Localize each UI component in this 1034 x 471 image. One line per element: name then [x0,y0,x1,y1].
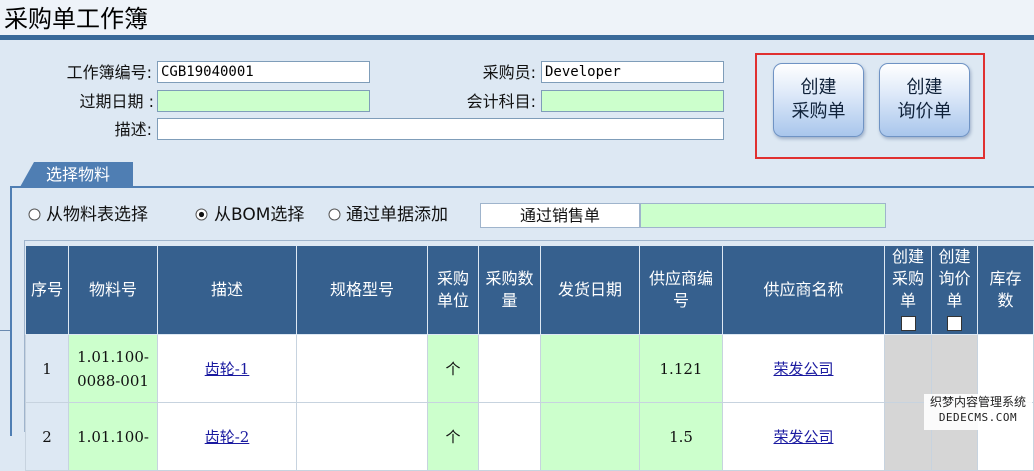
create-rfq-line2: 询价单 [897,101,952,122]
row-spec [296,402,428,471]
row-stock [977,334,1034,403]
col-header-stock-line1: 库存 [989,269,1022,288]
row-ship-date[interactable] [540,334,640,403]
col-header-stock: 库存 数 [977,245,1034,335]
col-header-create-po-line2: 采购 [891,269,924,288]
description-label: 描述: [114,120,152,139]
col-header-vendor-no-line2: 号 [672,291,689,310]
col-header-description: 描述 [157,245,297,335]
row-seq: 1 [25,334,69,403]
radio-from-document[interactable] [328,208,341,221]
page-title: 采购单工作簿 [4,5,148,33]
create-rfq-button[interactable]: 创建 询价单 [879,63,970,137]
radio-label-material-list: 从物料表选择 [46,205,148,225]
row-unit: 个 [427,334,479,403]
material-grid: 序号 物料号 描述 规格型号 采购 单位 采购数 量 发货日期 供应商编 号 供… [25,245,1034,471]
workbook-no-field[interactable]: CGB19040001 [157,61,370,83]
create-po-line1: 创建 [800,77,837,98]
expiry-date-field[interactable] [157,90,370,112]
col-header-create-po-line3: 单 [899,291,916,310]
watermark-line2: DEDECMS.COM [938,411,1018,424]
row-spec [296,334,428,403]
title-divider [0,35,1034,40]
document-number-field[interactable] [640,203,886,228]
row-create-po-cell[interactable] [884,334,932,403]
col-header-stock-line2: 数 [997,291,1014,310]
radio-label-document: 通过单据添加 [346,205,448,225]
col-header-unit-line1: 采购 [436,269,469,288]
col-header-qty: 采购数 量 [478,245,541,335]
col-header-create-po: 创建 采购 单 [884,245,932,335]
workbook-no-label: 工作簿编号: [66,63,152,82]
select-all-create-po-checkbox[interactable] [900,316,916,331]
panel-marker [0,330,10,331]
col-header-vendor-no-line1: 供应商编 [648,269,713,288]
row-seq: 2 [25,402,69,471]
row-vendor-no: 1.121 [639,334,723,403]
document-type-select[interactable]: 通过销售单 [480,203,640,228]
row-qty[interactable] [478,334,541,403]
col-header-seq: 序号 [25,245,69,335]
col-header-create-rfq-line2: 询价 [938,269,971,288]
row-description-link[interactable]: 齿轮-2 [205,428,250,446]
col-header-qty-line2: 量 [501,291,518,310]
watermark: 织梦内容管理系统 DEDECMS.COM [924,394,1032,430]
radio-from-material-list[interactable] [28,208,41,221]
table-row: 1 1.01.100- 0088-001 齿轮-1 个 1.121 荣发公司 [25,334,1034,403]
row-ship-date[interactable] [540,402,640,471]
row-create-rfq-cell[interactable] [931,334,978,403]
row-material-no: 1.01.100- [68,402,158,471]
col-header-vendor-name: 供应商名称 [722,245,885,335]
radio-label-bom: 从BOM选择 [214,205,305,225]
row-material-no-line1: 1.01.100- [77,347,149,366]
account-field[interactable] [541,90,724,112]
col-header-ship-date: 发货日期 [540,245,640,335]
watermark-line1: 织梦内容管理系统 [929,395,1026,409]
tab-select-material[interactable]: 选择物料 [20,162,133,187]
row-material-no-line2: 0088-001 [77,371,149,390]
row-vendor-name-link[interactable]: 荣发公司 [773,428,833,446]
row-qty[interactable] [478,402,541,471]
col-header-create-rfq: 创建 询价 单 [931,245,978,335]
row-unit: 个 [427,402,479,471]
title-bar [0,0,1034,36]
row-vendor-name-link[interactable]: 荣发公司 [773,360,833,378]
radio-from-bom[interactable] [195,208,208,221]
create-rfq-line1: 创建 [906,77,943,98]
col-header-unit: 采购 单位 [427,245,479,335]
create-po-line2: 采购单 [791,101,846,122]
create-purchase-order-button[interactable]: 创建 采购单 [773,63,864,137]
expiry-date-label: 过期日期 : [79,92,154,111]
row-description: 齿轮-2 [157,402,297,471]
col-header-material-no: 物料号 [68,245,158,335]
account-label: 会计科目: [466,92,536,111]
buyer-field[interactable]: Developer [541,61,724,83]
col-header-create-po-line1: 创建 [891,247,924,266]
row-vendor-no: 1.5 [639,402,723,471]
row-vendor-name: 荣发公司 [722,402,885,471]
col-header-create-rfq-line1: 创建 [938,247,971,266]
col-header-unit-line2: 单位 [436,291,469,310]
col-header-vendor-no: 供应商编 号 [639,245,723,335]
row-description: 齿轮-1 [157,334,297,403]
row-material-no-line1: 1.01.100- [77,427,149,446]
row-material-no: 1.01.100- 0088-001 [68,334,158,403]
col-header-qty-line1: 采购数 [485,269,534,288]
buyer-label: 采购员: [482,63,536,82]
grid-header-row: 序号 物料号 描述 规格型号 采购 单位 采购数 量 发货日期 供应商编 号 供… [25,245,1034,335]
select-all-create-rfq-checkbox[interactable] [947,316,962,331]
tab-label: 选择物料 [46,165,111,184]
col-header-spec: 规格型号 [296,245,428,335]
col-header-create-rfq-line3: 单 [946,291,963,310]
description-field[interactable] [157,118,724,140]
table-row: 2 1.01.100- 齿轮-2 个 1.5 荣发公司 [25,402,1034,471]
row-vendor-name: 荣发公司 [722,334,885,403]
row-description-link[interactable]: 齿轮-1 [205,360,250,378]
